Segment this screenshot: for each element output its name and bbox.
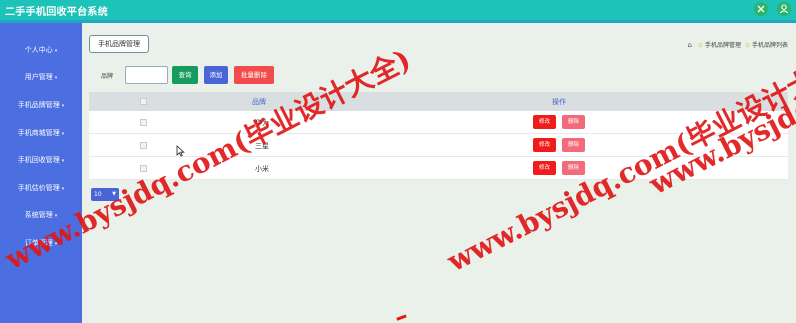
- chevron-down-icon: ▾: [61, 103, 65, 109]
- sidebar-item-recycle-management[interactable]: 手机回收管理 ▾: [0, 152, 82, 168]
- table-row: 小米 修改 删除: [89, 157, 788, 180]
- tab-brand-management[interactable]: 手机品牌管理: [89, 35, 149, 53]
- brand-table: 品牌 操作 华为 修改 删除 三星 修改 删除 小米 修改 删除: [89, 92, 788, 180]
- sidebar-item-label: 用户管理: [24, 73, 53, 81]
- user-icon[interactable]: [777, 2, 791, 16]
- table-header: 品牌 操作: [89, 92, 788, 111]
- page-size-value: 10: [94, 191, 102, 198]
- query-button[interactable]: 查询: [172, 66, 198, 84]
- select-all-checkbox[interactable]: [140, 98, 147, 105]
- delete-button[interactable]: 删除: [562, 115, 585, 129]
- sidebar-item-label: 手机品牌管理: [17, 101, 60, 109]
- chevron-down-icon: ▾: [54, 241, 58, 247]
- sidebar-item-valuation-management[interactable]: 手机估价管理 ▾: [0, 180, 82, 196]
- top-bar: 二手手机回收平台系统: [0, 0, 796, 20]
- sidebar-item-brand-management[interactable]: 手机品牌管理 ▾: [0, 97, 82, 113]
- brand-name-cell: 小米: [255, 165, 269, 173]
- home-icon[interactable]: ⌂: [687, 41, 691, 49]
- batch-delete-button[interactable]: 批量删除: [234, 66, 274, 84]
- sidebar-item-label: 订单管理: [24, 239, 53, 247]
- sidebar-item-mall-management[interactable]: 手机商城管理 ▾: [0, 125, 82, 141]
- star-icon: ✩: [744, 42, 750, 49]
- page-size-select[interactable]: 10 ▼: [91, 188, 119, 201]
- sidebar-item-system-management[interactable]: 系统管理 ▾: [0, 207, 82, 223]
- breadcrumb-item[interactable]: 手机品牌管理: [705, 42, 741, 49]
- brand-search-input[interactable]: [125, 66, 168, 84]
- column-header-operation: 操作: [552, 98, 566, 106]
- chevron-down-icon: ▾: [61, 158, 65, 164]
- chevron-down-icon: ▾: [54, 213, 58, 219]
- main-content: 手机品牌管理 ⌂ ✩ 手机品牌管理 ✩ 手机品牌列表 品牌 查询 添加 批量删除 品牌 …: [82, 23, 796, 323]
- sidebar-item-label: 手机商城管理: [17, 129, 60, 137]
- chevron-down-icon: ▼: [112, 191, 116, 197]
- sidebar-item-label: 手机估价管理: [17, 184, 60, 192]
- chevron-down-icon: ▾: [61, 186, 65, 192]
- row-checkbox[interactable]: [140, 142, 147, 149]
- delete-button[interactable]: 删除: [562, 161, 585, 175]
- sidebar-item-label: 手机回收管理: [17, 156, 60, 164]
- app-title: 二手手机回收平台系统: [5, 7, 108, 18]
- edit-button[interactable]: 修改: [533, 138, 556, 152]
- table-row: 三星 修改 删除: [89, 134, 788, 157]
- brand-name-cell: 三星: [255, 142, 269, 150]
- brand-search-label: 品牌: [101, 73, 114, 80]
- row-checkbox[interactable]: [140, 119, 147, 126]
- chevron-down-icon: ▾: [54, 48, 58, 54]
- breadcrumb: ⌂ ✩ 手机品牌管理 ✩ 手机品牌列表: [687, 40, 788, 49]
- table-row: 华为 修改 删除: [89, 111, 788, 134]
- row-checkbox[interactable]: [140, 165, 147, 172]
- breadcrumb-item: 手机品牌列表: [751, 42, 788, 49]
- edit-button[interactable]: 修改: [533, 161, 556, 175]
- brand-name-cell: 华为: [255, 119, 269, 127]
- sidebar-item-user-management[interactable]: 用户管理 ▾: [0, 69, 82, 85]
- mouse-cursor-icon: [176, 145, 185, 157]
- collapse-menu-icon[interactable]: [754, 2, 768, 16]
- star-icon: ✩: [697, 42, 703, 49]
- sidebar: 个人中心 ▾ 用户管理 ▾ 手机品牌管理 ▾ 手机商城管理 ▾ 手机回收管理 ▾ 手机估价…: [0, 23, 82, 323]
- chevron-down-icon: ▾: [61, 131, 65, 137]
- edit-button[interactable]: 修改: [533, 115, 556, 129]
- delete-button[interactable]: 删除: [562, 138, 585, 152]
- sidebar-item-label: 个人中心: [24, 46, 53, 54]
- column-header-brand[interactable]: 品牌: [252, 97, 266, 107]
- sidebar-item-personal-center[interactable]: 个人中心 ▾: [0, 42, 82, 58]
- sidebar-item-label: 系统管理: [24, 211, 53, 219]
- add-button[interactable]: 添加: [204, 66, 228, 84]
- sidebar-item-order-management[interactable]: 订单管理 ▾: [0, 235, 82, 251]
- chevron-down-icon: ▾: [54, 75, 58, 81]
